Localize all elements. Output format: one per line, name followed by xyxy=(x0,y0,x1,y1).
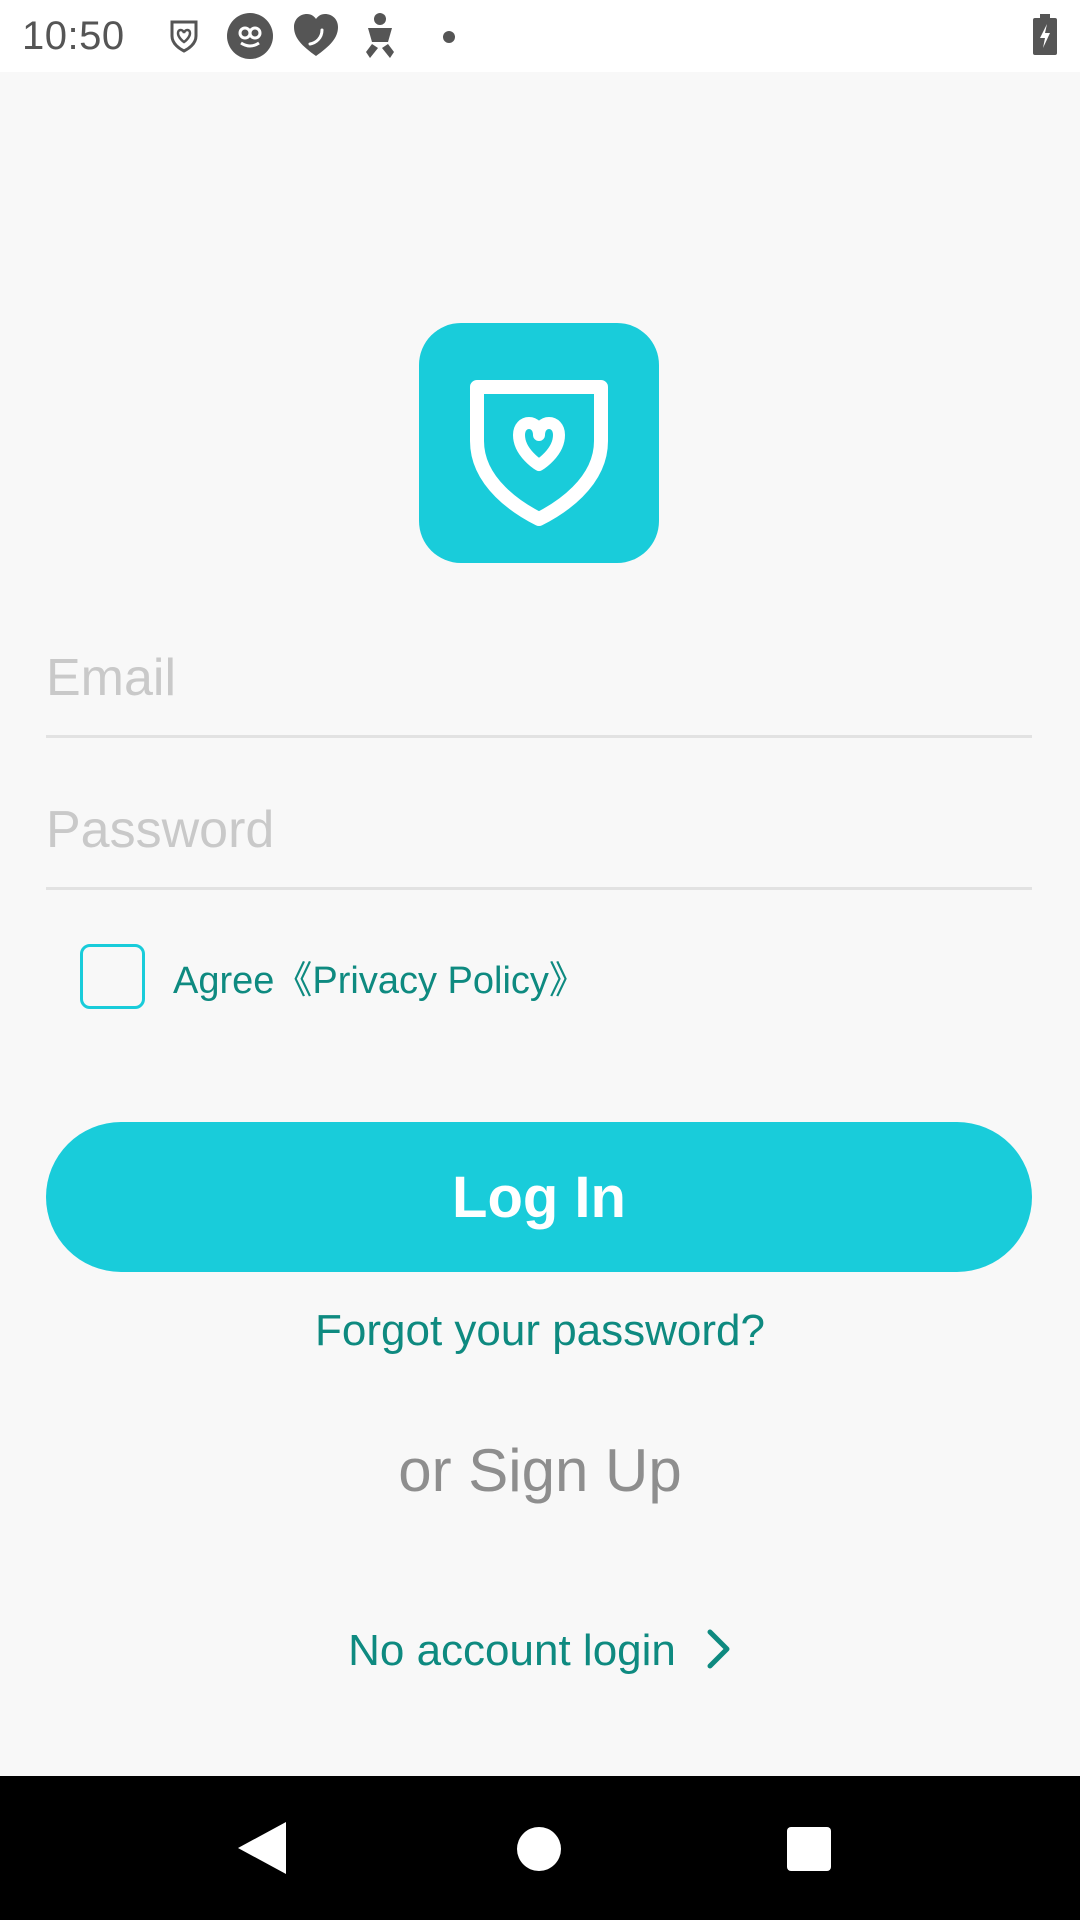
login-button[interactable]: Log In xyxy=(46,1122,1032,1272)
face-icon xyxy=(226,12,274,65)
status-bar: 10:50 xyxy=(0,0,1080,72)
status-time: 10:50 xyxy=(22,14,125,58)
privacy-agree-row: Agree《Privacy Policy》 xyxy=(80,942,587,1010)
no-account-login-link[interactable]: No account login xyxy=(0,1626,1080,1676)
sign-up-link[interactable]: or Sign Up xyxy=(0,1436,1080,1505)
chevron-right-icon xyxy=(706,1628,732,1675)
app-logo xyxy=(419,323,659,563)
privacy-policy-link[interactable]: Agree《Privacy Policy》 xyxy=(173,949,587,1004)
shield-heart-icon xyxy=(166,18,202,59)
no-account-login-label: No account login xyxy=(348,1626,676,1675)
dot-icon xyxy=(442,30,456,49)
privacy-checkbox[interactable] xyxy=(80,943,145,1009)
shield-heart-logo-icon xyxy=(470,380,608,526)
recents-icon[interactable] xyxy=(786,1826,832,1877)
navigation-bar xyxy=(0,1776,1080,1920)
email-field-container xyxy=(46,620,1032,738)
forgot-password-link[interactable]: Forgot your password? xyxy=(0,1306,1080,1356)
login-button-label: Log In xyxy=(452,1164,626,1230)
heart-phone-icon xyxy=(292,12,340,65)
password-field[interactable] xyxy=(46,772,1032,887)
baby-icon xyxy=(360,12,400,65)
password-field-container xyxy=(46,772,1032,890)
back-icon[interactable] xyxy=(230,1820,290,1881)
home-icon[interactable] xyxy=(516,1826,562,1877)
battery-charging-icon xyxy=(1032,14,1058,61)
email-field[interactable] xyxy=(46,620,1032,735)
